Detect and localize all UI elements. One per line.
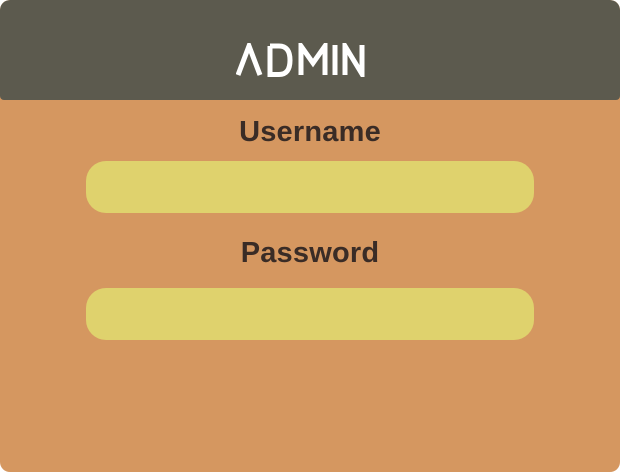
admin-logo (236, 43, 366, 77)
username-label: Username (239, 116, 381, 148)
login-panel: Username Password (0, 0, 620, 472)
username-input[interactable] (86, 161, 534, 213)
password-label: Password (240, 237, 380, 269)
password-input[interactable] (86, 288, 534, 340)
header-bar (0, 0, 620, 100)
